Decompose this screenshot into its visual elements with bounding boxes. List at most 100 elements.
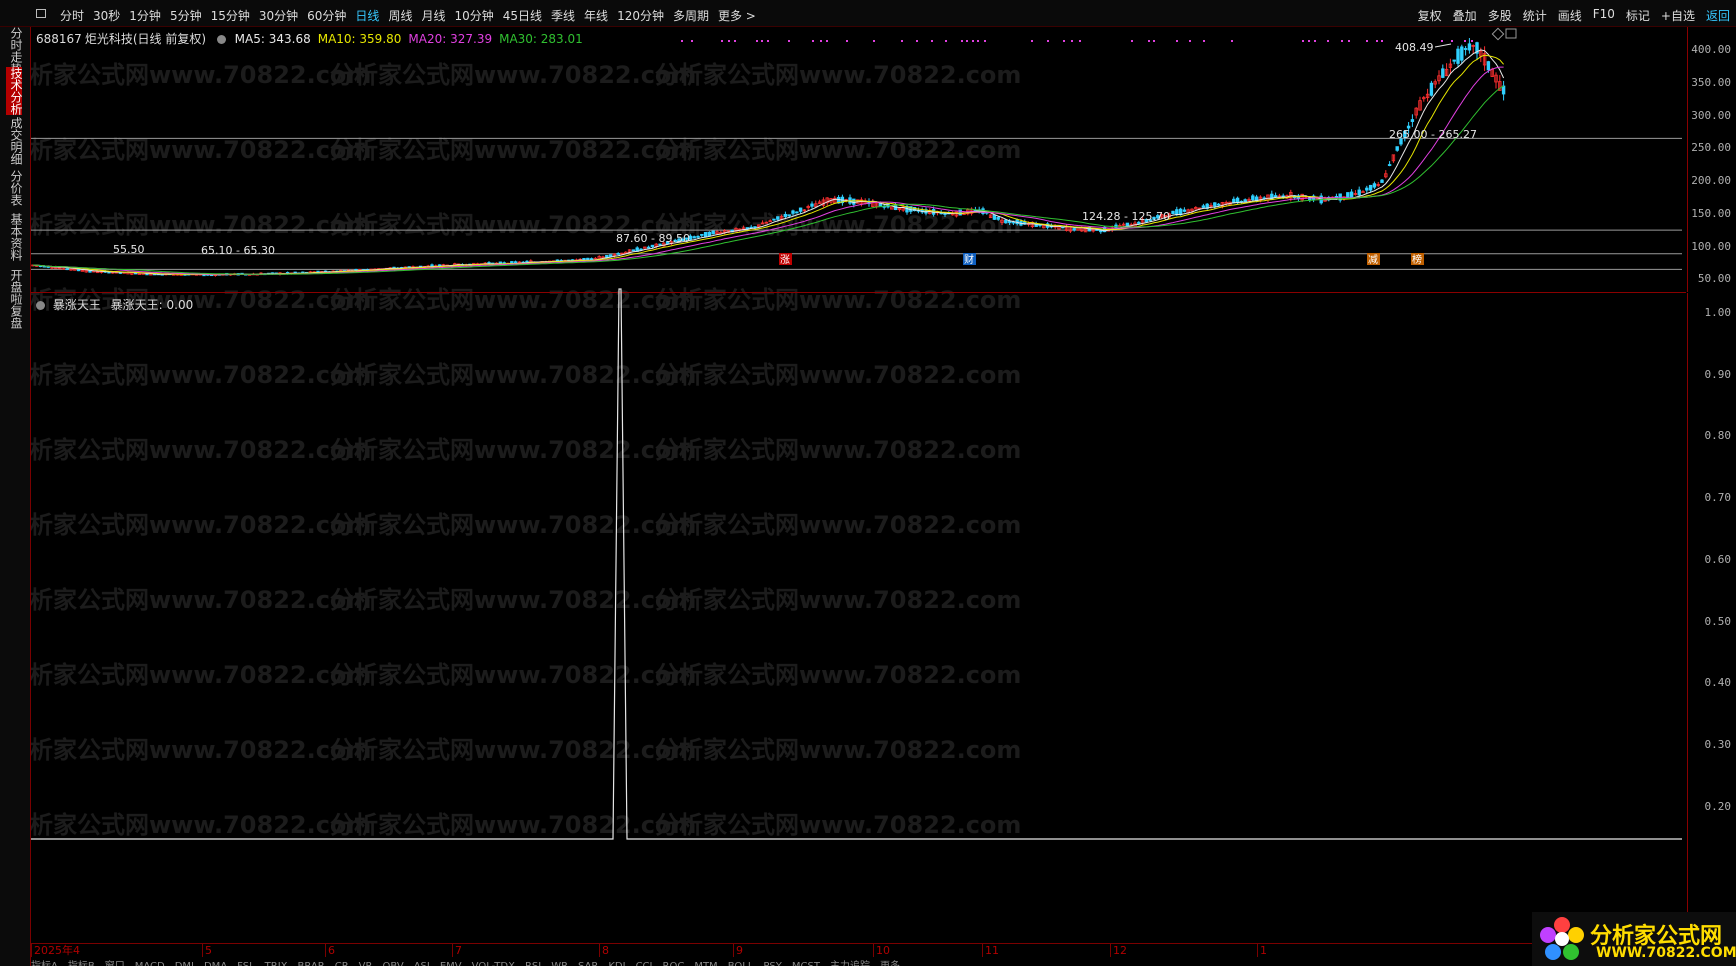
price-tick: 400.00 (1691, 43, 1731, 56)
indicator-tab[interactable]: VOL-TDX (472, 961, 515, 966)
tool-button[interactable]: 统计 (1523, 7, 1547, 24)
period-tab[interactable]: 15分钟 (211, 7, 250, 24)
date-tick: 6 (325, 944, 335, 957)
indicator-tab[interactable]: ROC (663, 961, 685, 966)
signal-dot (916, 40, 918, 42)
indicator-tab[interactable]: DMA (204, 961, 227, 966)
period-tab[interactable]: 分时 (60, 7, 84, 24)
indicator-tab[interactable]: MACD (135, 961, 165, 966)
candle-body (1380, 179, 1384, 183)
sidebar-tab[interactable]: 成交明细 (6, 117, 23, 165)
tool-button[interactable]: 复权 (1418, 7, 1442, 24)
event-marker[interactable]: 榜 (1411, 253, 1424, 266)
candle-body (1361, 191, 1365, 194)
candle-body (1486, 61, 1491, 71)
signal-dot (1381, 40, 1383, 42)
settings-icon[interactable] (36, 301, 45, 310)
period-tab[interactable]: 更多 > (718, 7, 756, 24)
candle-body (707, 231, 712, 237)
indicator-tick: 1.00 (1704, 306, 1732, 319)
indicator-tab[interactable]: CR (335, 961, 349, 966)
tool-button[interactable]: F10 (1593, 7, 1615, 24)
indicator-tab[interactable]: 主力追踪 (830, 961, 870, 966)
panel-toggle-icon[interactable] (1505, 28, 1517, 39)
sidebar-tab[interactable]: 基本资料 (6, 213, 23, 261)
period-tab[interactable]: 月线 (421, 7, 445, 24)
indicator-tab[interactable]: KDJ (608, 961, 625, 966)
indicator-tab[interactable]: DMI (175, 961, 194, 966)
diamond-icon[interactable] (1491, 27, 1505, 41)
indicator-tab[interactable]: BOLL (728, 961, 754, 966)
period-tab[interactable]: 周线 (388, 7, 412, 24)
candle-body (1243, 199, 1247, 203)
period-tab[interactable]: 1分钟 (129, 7, 161, 24)
tool-button[interactable]: +自选 (1661, 7, 1695, 24)
settings-icon[interactable] (216, 35, 226, 44)
period-tab[interactable]: 120分钟 (617, 7, 664, 24)
indicator-tab[interactable]: MCST (792, 961, 820, 966)
signal-dot (846, 40, 848, 42)
tool-button[interactable]: 返回 (1706, 7, 1730, 24)
event-marker[interactable]: 财 (963, 253, 976, 266)
indicator-tab[interactable]: RSI (525, 961, 541, 966)
candle-body (1171, 210, 1175, 215)
tool-button[interactable]: 画线 (1558, 7, 1582, 24)
indicator-tab[interactable]: 指标A (31, 961, 58, 966)
signal-dot (734, 40, 736, 42)
chart-mode: (日线 前复权) (132, 32, 207, 46)
candle-body (1357, 189, 1361, 196)
indicator-tab[interactable]: FSL (237, 961, 255, 966)
indicator-tab[interactable]: 指标B (68, 961, 95, 966)
signal-dot (1451, 40, 1453, 42)
indicator-tab[interactable]: MTM (694, 961, 717, 966)
period-tab[interactable]: 日线 (355, 7, 379, 24)
indicator-tab[interactable]: SAR (578, 961, 598, 966)
event-marker[interactable]: 涨 (779, 253, 792, 266)
signal-dot (691, 40, 693, 42)
period-tab[interactable]: 10分钟 (454, 7, 493, 24)
price-annotation: 408.49 (1395, 41, 1434, 54)
indicator-tab[interactable]: OBV (382, 961, 403, 966)
candle-body (1273, 195, 1278, 198)
indicator-tick: 0.70 (1704, 491, 1732, 505)
indicator-tab[interactable]: BRAR (298, 961, 325, 966)
period-tab[interactable]: 45日线 (503, 7, 542, 24)
indicator-tick: 0.40 (1704, 676, 1732, 690)
period-tab[interactable]: 30秒 (93, 7, 120, 24)
period-tab[interactable]: 年线 (584, 7, 608, 24)
indicator-tab[interactable]: CCI (636, 961, 653, 966)
indicator-tab[interactable]: EMV (440, 961, 462, 966)
indicator-tab[interactable]: ASI (414, 961, 430, 966)
period-tab[interactable]: 5分钟 (170, 7, 202, 24)
event-marker[interactable]: 减 (1367, 253, 1380, 266)
indicator-tab[interactable]: WR (551, 961, 568, 966)
indicator-panel[interactable] (31, 288, 1686, 943)
candle-body (798, 207, 803, 212)
tool-button[interactable]: 标记 (1626, 7, 1650, 24)
tool-button[interactable]: 叠加 (1453, 7, 1477, 24)
price-tick: 300.00 (1691, 108, 1731, 122)
price-annotation: 87.60 - 89.50 (616, 232, 690, 245)
tool-button[interactable]: 多股 (1488, 7, 1512, 24)
indicator-tab[interactable]: TRIX (265, 961, 288, 966)
sidebar-tab[interactable]: 分价表 (6, 170, 23, 206)
indicator-tab[interactable]: 窗口 (105, 961, 125, 966)
period-tab[interactable]: 多周期 (673, 7, 709, 24)
indicator-tab[interactable]: PSY (763, 961, 782, 966)
signal-dot (1441, 40, 1443, 42)
sidebar-tab[interactable]: 技术分析 (6, 67, 23, 115)
period-tab[interactable]: 60分钟 (307, 7, 346, 24)
layout-toggle-icon[interactable] (36, 9, 46, 18)
indicator-name[interactable]: 暴涨天王 (53, 298, 101, 312)
candle-body (1004, 219, 1008, 224)
kline-panel[interactable]: 55.50 65.10 - 65.30 87.60 - 89.50 124.28 - … (31, 27, 1686, 293)
period-tab[interactable]: 30分钟 (259, 7, 298, 24)
indicator-tab[interactable]: 更多 (880, 961, 900, 966)
indicator-tab[interactable]: VR (359, 961, 373, 966)
price-tick: 250.00 (1691, 141, 1731, 155)
stock-code: 688167 (36, 32, 82, 46)
candle-body (605, 254, 609, 258)
date-axis: 2025年4 5 6 7 8 9 10 11 12 1 (31, 943, 1686, 958)
sidebar-tab[interactable]: 开盘啦复盘 (6, 269, 23, 329)
period-tab[interactable]: 季线 (551, 7, 575, 24)
